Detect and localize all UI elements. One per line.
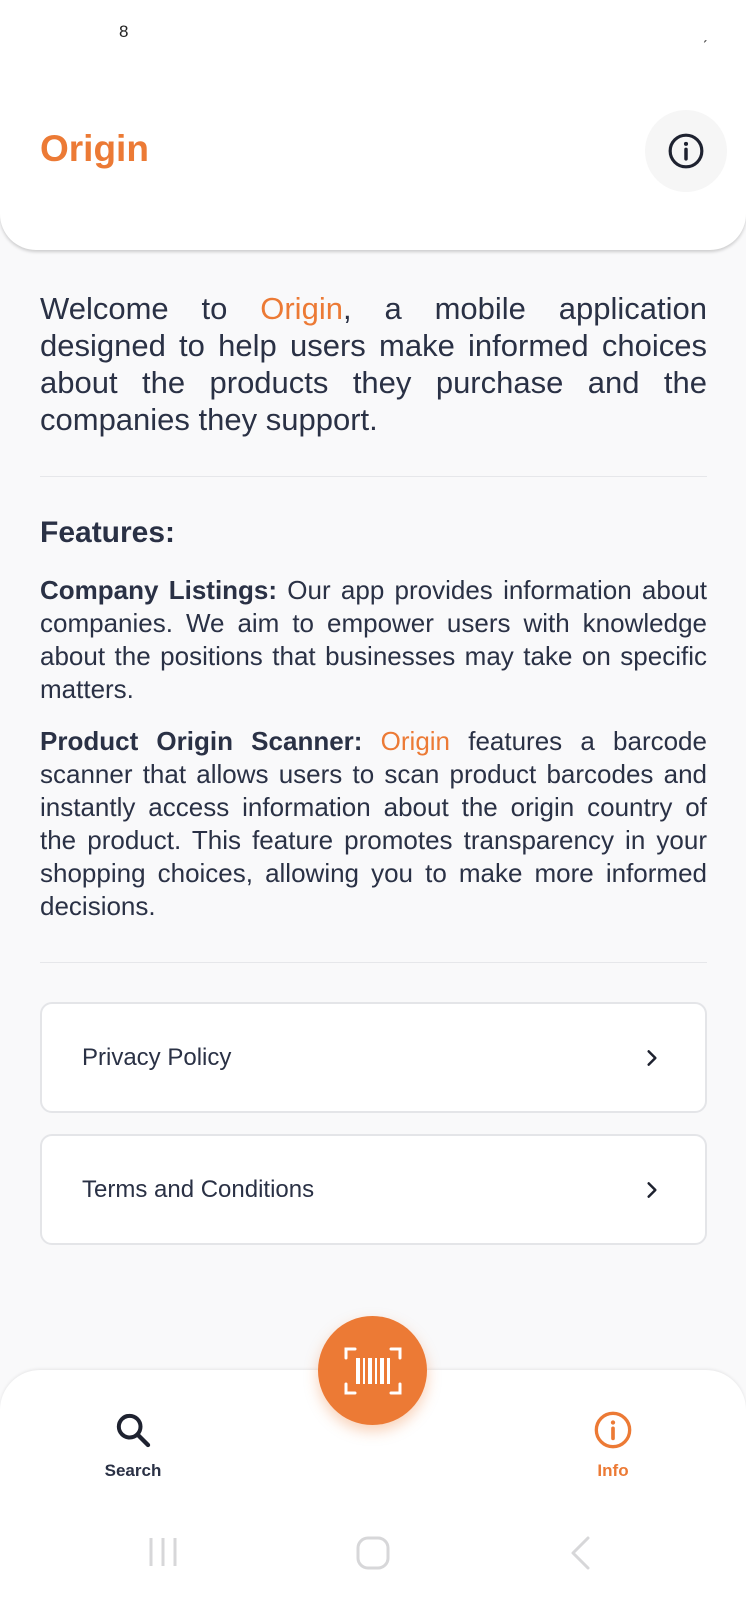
nav-label: Info <box>597 1461 629 1480</box>
status-indicator: ˏ <box>702 24 708 43</box>
brand-name: Origin <box>380 726 451 756</box>
recent-apps-icon[interactable] <box>146 1535 180 1569</box>
info-icon <box>594 1411 632 1449</box>
status-time: 8 <box>119 22 129 41</box>
back-icon[interactable] <box>566 1535 596 1571</box>
nav-search-tab[interactable]: Search <box>73 1410 193 1481</box>
welcome-prefix: Welcome to <box>40 291 261 326</box>
chevron-right-icon <box>647 1050 657 1066</box>
link-label: Terms and Conditions <box>82 1176 315 1203</box>
divider <box>40 962 707 963</box>
barcode-scan-button[interactable] <box>318 1316 427 1425</box>
feature-heading: Product Origin Scanner: <box>40 726 363 756</box>
features-title: Features: <box>40 516 176 549</box>
terms-and-conditions-link[interactable]: Terms and Conditions <box>40 1134 707 1245</box>
welcome-text: Welcome to Origin, a mobile application … <box>40 290 707 438</box>
search-icon <box>116 1413 151 1448</box>
info-button[interactable] <box>645 110 727 192</box>
divider <box>40 476 707 477</box>
app-title: Origin <box>40 128 149 169</box>
app-header: Origin <box>0 0 746 250</box>
chevron-right-icon <box>647 1182 657 1198</box>
barcode-scan-icon <box>344 1347 401 1394</box>
privacy-policy-link[interactable]: Privacy Policy <box>40 1002 707 1113</box>
nav-info-tab[interactable]: Info <box>553 1410 673 1481</box>
nav-label: Search <box>104 1461 162 1480</box>
home-icon[interactable] <box>355 1535 391 1571</box>
intro-paragraph: Welcome to Origin, a mobile application … <box>40 290 707 438</box>
info-icon <box>668 133 704 169</box>
feature-origin-scanner: Product Origin Scanner: Origin features … <box>40 725 707 923</box>
link-label: Privacy Policy <box>82 1044 232 1071</box>
feature-heading: Company Listings: <box>40 575 278 605</box>
feature-company-listings: Company Listings: Our app provides infor… <box>40 574 707 706</box>
brand-name: Origin <box>260 291 343 326</box>
